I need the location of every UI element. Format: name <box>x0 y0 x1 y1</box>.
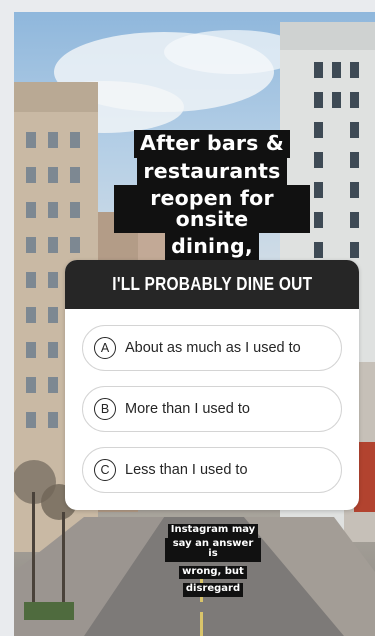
note-line: Instagram may <box>167 524 259 538</box>
option-letter-badge: A <box>94 337 116 359</box>
quiz-options: A About as much as I used to B More than… <box>65 309 359 493</box>
option-label: About as much as I used to <box>125 340 301 356</box>
option-label: More than I used to <box>125 401 250 417</box>
quiz-option-c[interactable]: C Less than I used to <box>82 447 342 493</box>
option-letter-badge: B <box>94 398 116 420</box>
caption-line: dining, <box>165 233 259 261</box>
quiz-option-b[interactable]: B More than I used to <box>82 386 342 432</box>
caption-line: restaurants <box>137 157 287 185</box>
option-letter-badge: C <box>94 459 116 481</box>
option-label: Less than I used to <box>125 462 248 478</box>
disclaimer-note: Instagram may say an answer is wrong, bu… <box>165 520 261 597</box>
caption-line: reopen for onsite <box>114 185 310 233</box>
note-line: wrong, but <box>179 565 247 579</box>
caption-text: After bars & restaurants reopen for onsi… <box>114 130 310 261</box>
quiz-header: I'LL PROBABLY DINE OUT <box>65 260 359 309</box>
note-line: say an answer is <box>165 537 261 562</box>
story-frame: After bars & restaurants reopen for onsi… <box>14 12 375 636</box>
quiz-sticker: I'LL PROBABLY DINE OUT A About as much a… <box>65 260 359 510</box>
quiz-question: I'LL PROBABLY DINE OUT <box>111 274 313 294</box>
note-line: disregard <box>182 583 244 597</box>
caption-line: After bars & <box>134 130 290 158</box>
quiz-option-a[interactable]: A About as much as I used to <box>82 325 342 371</box>
